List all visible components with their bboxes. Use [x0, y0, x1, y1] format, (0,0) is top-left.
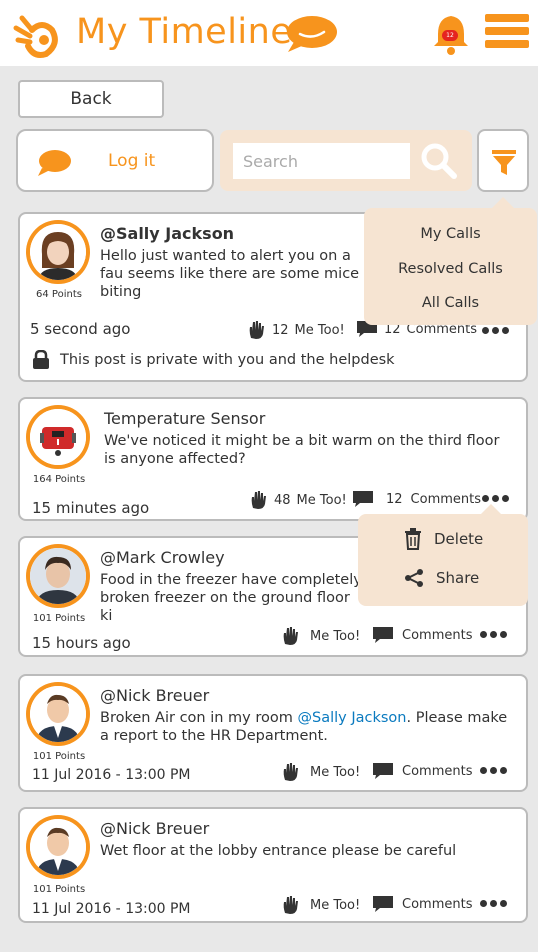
speech-bubble-icon [38, 150, 71, 176]
comment-icon [373, 896, 393, 912]
avatar[interactable] [26, 682, 90, 746]
post-time: 11 Jul 2016 - 13:00 PM [32, 767, 191, 783]
post-message: Food in the freezer have completely brok… [100, 572, 362, 624]
me-too-label: Me Too! [310, 628, 361, 644]
post-author[interactable]: @Mark Crowley [100, 548, 225, 567]
speech-bubble-icon [287, 16, 337, 52]
comments-button[interactable]: 12 Comments [352, 490, 481, 508]
page-title: My Timeline [76, 12, 293, 52]
post-message: Wet floor at the lobby entrance please b… [100, 843, 457, 859]
points-label: 164 Points [32, 474, 86, 485]
post-message: Hello just wanted to alert you on a fau … [100, 248, 360, 300]
person-avatar-icon [30, 686, 86, 742]
post-message: Broken Air con in my room @Sally Jackson… [100, 709, 520, 745]
comments-button[interactable]: Comments [372, 762, 472, 780]
comment-icon [353, 491, 373, 507]
hand-logo-icon [13, 15, 58, 58]
raised-hand-icon [251, 491, 266, 509]
post-author[interactable]: @Nick Breuer [100, 819, 209, 838]
filter-dropdown: My Calls Resolved Calls All Calls [364, 197, 537, 325]
filter-option-resolved-calls[interactable]: Resolved Calls [364, 261, 537, 277]
privacy-text: This post is private with you and the he… [60, 352, 395, 368]
me-too-label: Me Too! [310, 897, 361, 913]
lock-icon [33, 350, 49, 369]
points-label: 101 Points [32, 751, 86, 762]
comments-label: Comments [402, 896, 473, 912]
sensor-device-icon [30, 409, 86, 465]
log-it-button[interactable]: Log it [16, 129, 214, 192]
share-icon [405, 569, 423, 587]
me-too-label: Me Too! [294, 322, 345, 338]
trash-icon [405, 528, 421, 550]
me-too-button[interactable]: 48 Me Too! [250, 490, 347, 510]
me-too-label: Me Too! [310, 764, 361, 780]
raised-hand-icon [283, 627, 298, 645]
comments-label: Comments [402, 763, 473, 779]
post-card: 101 Points @Nick Breuer Wet floor at the… [18, 807, 528, 923]
raised-hand-icon [249, 321, 264, 339]
message-text: Broken Air con in my room [100, 710, 298, 726]
more-icon[interactable] [480, 631, 507, 638]
comment-icon [373, 763, 393, 779]
filter-button[interactable] [477, 129, 529, 192]
me-too-button[interactable]: Me Too! [282, 895, 360, 915]
more-icon[interactable] [482, 327, 509, 334]
avatar[interactable] [26, 544, 90, 608]
mention-link[interactable]: @Sally Jackson [298, 710, 407, 726]
log-it-label: Log it [108, 151, 156, 171]
person-avatar-icon [30, 224, 86, 280]
comments-label: Comments [410, 491, 482, 507]
me-too-button[interactable]: Me Too! [282, 626, 360, 646]
back-button[interactable]: Back [18, 80, 164, 118]
notification-badge: 12 [442, 30, 458, 41]
search-icon[interactable] [420, 142, 458, 180]
post-card: 164 Points Temperature Sensor We've noti… [18, 397, 528, 521]
person-avatar-icon [30, 548, 86, 604]
delete-label: Delete [434, 530, 484, 548]
post-time: 5 second ago [30, 320, 131, 338]
me-too-button[interactable]: 12 Me Too! [248, 320, 345, 340]
me-too-count: 48 [274, 492, 291, 508]
post-card: 101 Points @Nick Breuer Broken Air con i… [18, 674, 528, 792]
share-menu-item[interactable]: Share [404, 568, 479, 588]
post-context-menu: Delete Share [358, 504, 528, 606]
post-time: 15 hours ago [32, 634, 131, 652]
delete-menu-item[interactable]: Delete [404, 528, 483, 550]
post-time: 15 minutes ago [32, 499, 150, 517]
comments-label: Comments [402, 627, 473, 643]
search-bar [220, 130, 472, 191]
more-icon[interactable] [480, 900, 507, 907]
avatar[interactable] [26, 220, 90, 284]
person-avatar-icon [30, 819, 86, 875]
raised-hand-icon [283, 896, 298, 914]
filter-option-my-calls[interactable]: My Calls [364, 226, 537, 242]
points-label: 101 Points [32, 613, 86, 624]
post-author[interactable]: Temperature Sensor [104, 409, 265, 428]
me-too-label: Me Too! [296, 492, 347, 508]
menu-icon[interactable] [485, 14, 529, 52]
comments-button[interactable]: Comments [372, 895, 472, 913]
avatar[interactable] [26, 815, 90, 879]
raised-hand-icon [283, 763, 298, 781]
points-label: 64 Points [36, 289, 82, 300]
comments-button[interactable]: Comments [372, 626, 472, 644]
points-label: 101 Points [32, 884, 86, 895]
post-message: We've noticed it might be a bit warm on … [104, 433, 500, 467]
funnel-icon [492, 150, 516, 175]
filter-option-all-calls[interactable]: All Calls [364, 295, 537, 311]
share-label: Share [436, 569, 480, 587]
me-too-button[interactable]: Me Too! [282, 762, 360, 782]
post-time: 11 Jul 2016 - 13:00 PM [32, 901, 191, 917]
more-icon[interactable] [482, 495, 509, 502]
comments-count: 12 [386, 491, 403, 507]
post-author[interactable]: @Nick Breuer [100, 686, 209, 705]
app-header: My Timeline 12 [0, 0, 538, 66]
avatar[interactable] [26, 405, 90, 469]
post-author[interactable]: @Sally Jackson [100, 224, 234, 243]
comment-icon [373, 627, 393, 643]
more-icon[interactable] [480, 767, 507, 774]
search-input[interactable] [233, 143, 410, 179]
me-too-count: 12 [272, 322, 289, 338]
privacy-note: This post is private with you and the he… [32, 350, 395, 370]
